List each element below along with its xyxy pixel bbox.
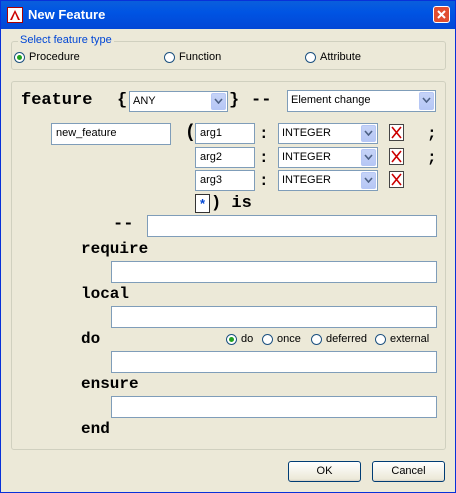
radio-label: external bbox=[390, 333, 430, 345]
category-value: Element change bbox=[291, 94, 371, 106]
comment-dashes: -- bbox=[251, 91, 272, 110]
dropdown-arrow[interactable] bbox=[361, 172, 376, 189]
chevron-down-icon bbox=[364, 130, 373, 136]
radio-function[interactable]: Function bbox=[164, 51, 221, 63]
arg-colon: : bbox=[259, 149, 269, 167]
radio-indicator[interactable] bbox=[226, 333, 237, 345]
keyword-local: local bbox=[81, 285, 130, 303]
export-value: ANY bbox=[133, 95, 156, 107]
radio-attribute[interactable]: Attribute bbox=[305, 51, 361, 63]
export-select[interactable]: ANY bbox=[129, 91, 228, 112]
arg-type-select[interactable]: INTEGER bbox=[278, 123, 378, 144]
arg-type-value: INTEGER bbox=[282, 151, 331, 163]
chevron-down-icon bbox=[364, 154, 373, 160]
radio-label: deferred bbox=[326, 333, 367, 345]
arg-name-input[interactable]: arg1 bbox=[195, 123, 255, 144]
radio-label: Function bbox=[179, 51, 222, 63]
arg-separator: ; bbox=[427, 149, 437, 167]
do-input[interactable] bbox=[111, 351, 437, 373]
radio-label: once bbox=[277, 333, 301, 345]
arg-type-select[interactable]: INTEGER bbox=[278, 147, 378, 168]
feature-type-legend: Select feature type bbox=[18, 34, 114, 46]
dropdown-arrow[interactable] bbox=[361, 149, 376, 166]
dropdown-arrow[interactable] bbox=[419, 92, 434, 110]
arg-type-select[interactable]: INTEGER bbox=[278, 170, 378, 191]
comment-dashes: -- bbox=[113, 215, 134, 234]
keyword-end: end bbox=[81, 420, 110, 438]
title-bar[interactable]: New Feature bbox=[1, 1, 455, 29]
keyword-do: do bbox=[81, 330, 101, 348]
arg-type-value: INTEGER bbox=[282, 127, 331, 139]
arg-type-value: INTEGER bbox=[282, 174, 331, 186]
keyword-feature: feature bbox=[21, 91, 93, 110]
close-brace: } bbox=[229, 91, 240, 110]
radio-indicator[interactable] bbox=[164, 51, 175, 63]
app-icon bbox=[7, 7, 23, 23]
require-input[interactable] bbox=[111, 261, 437, 283]
chevron-down-icon bbox=[364, 177, 373, 183]
chevron-down-icon bbox=[422, 97, 431, 103]
cancel-button[interactable]: Cancel bbox=[372, 461, 445, 482]
delete-icon bbox=[391, 150, 402, 163]
keyword-require: require bbox=[81, 240, 149, 258]
open-brace: { bbox=[117, 91, 128, 110]
window-title: New Feature bbox=[28, 7, 106, 22]
close-paren-is: ) is bbox=[211, 194, 252, 213]
chevron-down-icon bbox=[214, 98, 223, 104]
radio-external[interactable]: external bbox=[375, 333, 429, 345]
comment-input[interactable] bbox=[147, 215, 437, 237]
radio-indicator[interactable] bbox=[311, 333, 322, 345]
add-arg-button[interactable]: * bbox=[195, 194, 210, 213]
local-input[interactable] bbox=[111, 306, 437, 328]
category-select[interactable]: Element change bbox=[287, 90, 436, 112]
keyword-ensure: ensure bbox=[81, 375, 139, 393]
dropdown-arrow[interactable] bbox=[211, 93, 226, 110]
radio-indicator[interactable] bbox=[305, 51, 316, 63]
radio-do[interactable]: do bbox=[226, 333, 253, 345]
radio-once[interactable]: once bbox=[262, 333, 301, 345]
radio-label: Attribute bbox=[320, 51, 361, 63]
delete-icon bbox=[391, 173, 402, 186]
remove-arg-button[interactable] bbox=[389, 171, 404, 188]
arg-colon: : bbox=[259, 125, 269, 143]
ensure-input[interactable] bbox=[111, 396, 437, 418]
dropdown-arrow[interactable] bbox=[361, 125, 376, 142]
new-feature-dialog: New Feature Select feature type Procedur… bbox=[0, 0, 456, 493]
arg-name-input[interactable]: arg3 bbox=[195, 170, 255, 191]
arg-colon: : bbox=[259, 172, 269, 190]
radio-label: Procedure bbox=[29, 51, 80, 63]
arg-name-input[interactable]: arg2 bbox=[195, 147, 255, 168]
radio-label: do bbox=[241, 333, 254, 345]
remove-arg-button[interactable] bbox=[389, 148, 404, 165]
radio-deferred[interactable]: deferred bbox=[311, 333, 367, 345]
arg-separator: ; bbox=[427, 125, 437, 143]
radio-indicator[interactable] bbox=[262, 333, 273, 345]
delete-icon bbox=[391, 126, 402, 139]
radio-procedure[interactable]: Procedure bbox=[14, 51, 80, 63]
feature-name-input[interactable]: new_feature bbox=[51, 123, 171, 145]
ok-button[interactable]: OK bbox=[288, 461, 361, 482]
remove-arg-button[interactable] bbox=[389, 124, 404, 141]
close-button[interactable] bbox=[433, 6, 450, 23]
close-icon bbox=[437, 10, 446, 19]
radio-indicator[interactable] bbox=[375, 333, 386, 345]
radio-indicator[interactable] bbox=[14, 51, 25, 63]
